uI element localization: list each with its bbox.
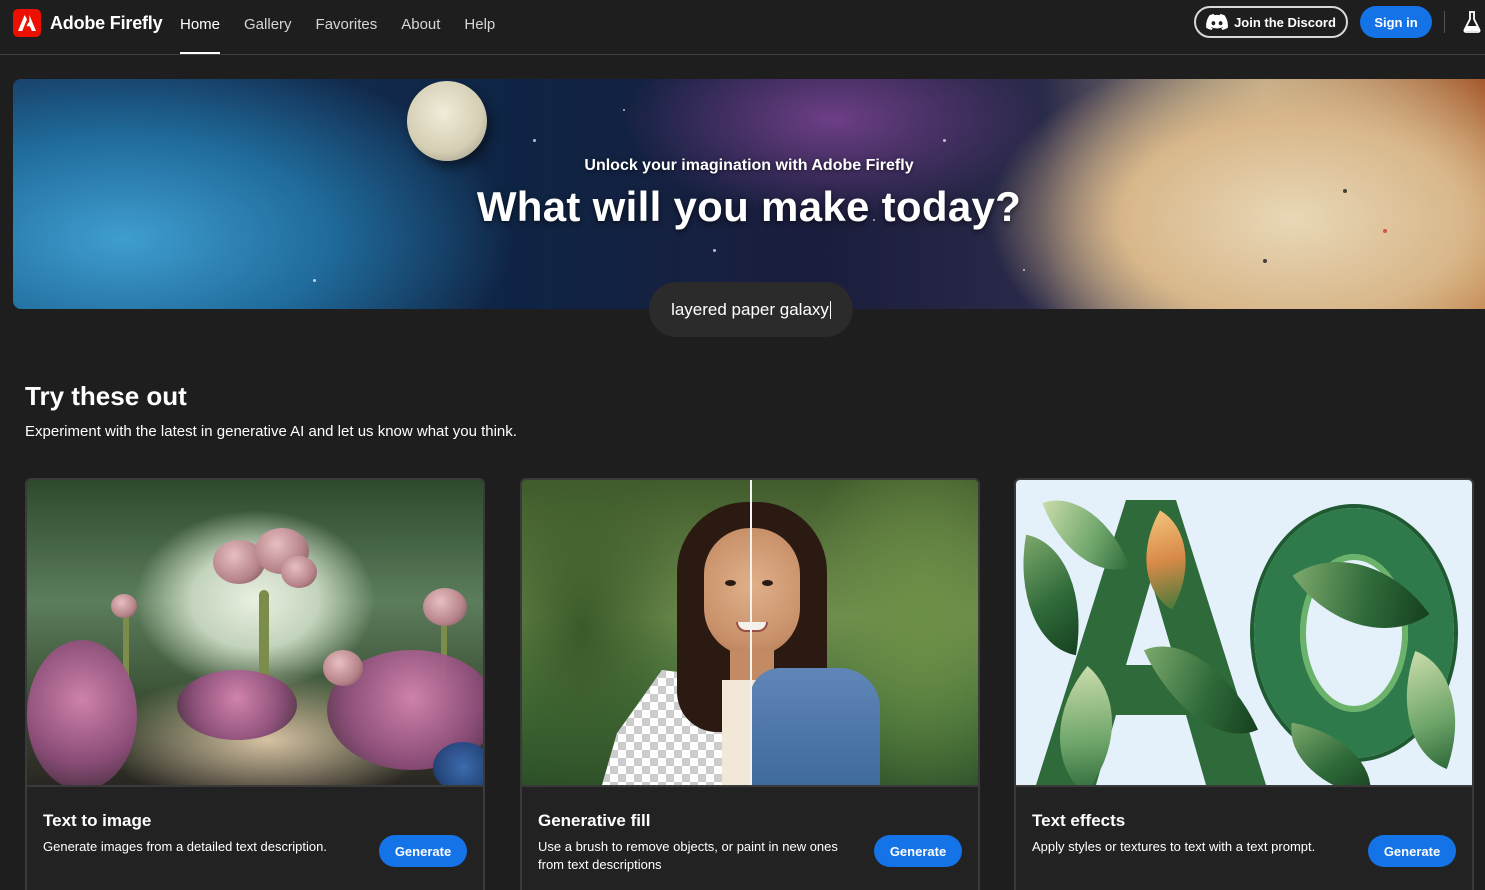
card-description: Use a brush to remove objects, or paint …	[538, 839, 838, 872]
card-description: Apply styles or textures to text with a …	[1032, 839, 1316, 854]
app-name: Adobe Firefly	[50, 12, 163, 33]
join-discord-button[interactable]: Join the Discord	[1194, 6, 1348, 38]
before-after-divider[interactable]	[750, 480, 752, 785]
generate-button[interactable]: Generate	[874, 835, 962, 867]
main-nav: Home Gallery Favorites About Help	[168, 0, 507, 54]
fantasy-garden-illustration	[27, 480, 483, 785]
star-dot	[533, 139, 536, 142]
star-dot	[943, 139, 946, 142]
card-image[interactable]	[27, 480, 483, 785]
generate-button[interactable]: Generate	[379, 835, 467, 867]
card-title: Text effects	[1032, 811, 1126, 830]
card-title: Generative fill	[538, 811, 651, 830]
card-body: Text to image Generate images from a det…	[27, 785, 483, 890]
star-dot	[1023, 269, 1025, 271]
hero-subtitle: Unlock your imagination with Adobe Firef…	[584, 157, 914, 174]
leafy-letters-illustration	[1016, 480, 1472, 785]
feature-card-generative-fill[interactable]: Generative fill Use a brush to remove ob…	[520, 478, 980, 890]
card-image[interactable]	[1016, 480, 1472, 785]
section-subtitle: Experiment with the latest in generative…	[25, 423, 517, 440]
nav-about[interactable]: About	[389, 0, 452, 54]
hero-moon-illustration	[407, 81, 487, 161]
generative-fill-portrait-illustration	[522, 480, 978, 785]
nav-gallery[interactable]: Gallery	[232, 0, 304, 54]
nav-home[interactable]: Home	[168, 0, 232, 54]
star-dot	[313, 279, 316, 282]
adobe-logo-icon	[13, 9, 41, 37]
nav-divider	[1444, 11, 1445, 33]
card-image[interactable]	[522, 480, 978, 785]
text-caret	[829, 300, 831, 319]
sign-in-button[interactable]: Sign in	[1360, 6, 1432, 38]
discord-icon	[1206, 14, 1228, 30]
star-dot	[623, 109, 625, 111]
prompt-input-value: layered paper galaxy	[671, 299, 829, 319]
brand[interactable]: Adobe Firefly	[13, 9, 163, 37]
feature-card-text-to-image[interactable]: Text to image Generate images from a det…	[25, 478, 485, 890]
speckle-dot	[1263, 259, 1267, 263]
top-nav: Adobe Firefly Home Gallery Favorites Abo…	[0, 0, 1485, 55]
join-discord-label: Join the Discord	[1234, 14, 1336, 30]
star-dot	[713, 249, 716, 252]
nav-help[interactable]: Help	[452, 0, 507, 54]
nav-favorites[interactable]: Favorites	[304, 0, 390, 54]
card-description: Generate images from a detailed text des…	[43, 839, 327, 854]
section-title: Try these out	[25, 381, 187, 411]
card-title: Text to image	[43, 811, 152, 830]
card-body: Text effects Apply styles or textures to…	[1016, 785, 1472, 890]
beaker-icon[interactable]	[1463, 11, 1481, 33]
hero-banner: Unlock your imagination with Adobe Firef…	[13, 79, 1485, 309]
prompt-input[interactable]: layered paper galaxy	[650, 283, 852, 336]
card-body: Generative fill Use a brush to remove ob…	[522, 785, 978, 890]
hero-title: What will you make today?	[476, 183, 1022, 230]
generate-button[interactable]: Generate	[1368, 835, 1456, 867]
feature-card-text-effects[interactable]: Text effects Apply styles or textures to…	[1014, 478, 1474, 890]
